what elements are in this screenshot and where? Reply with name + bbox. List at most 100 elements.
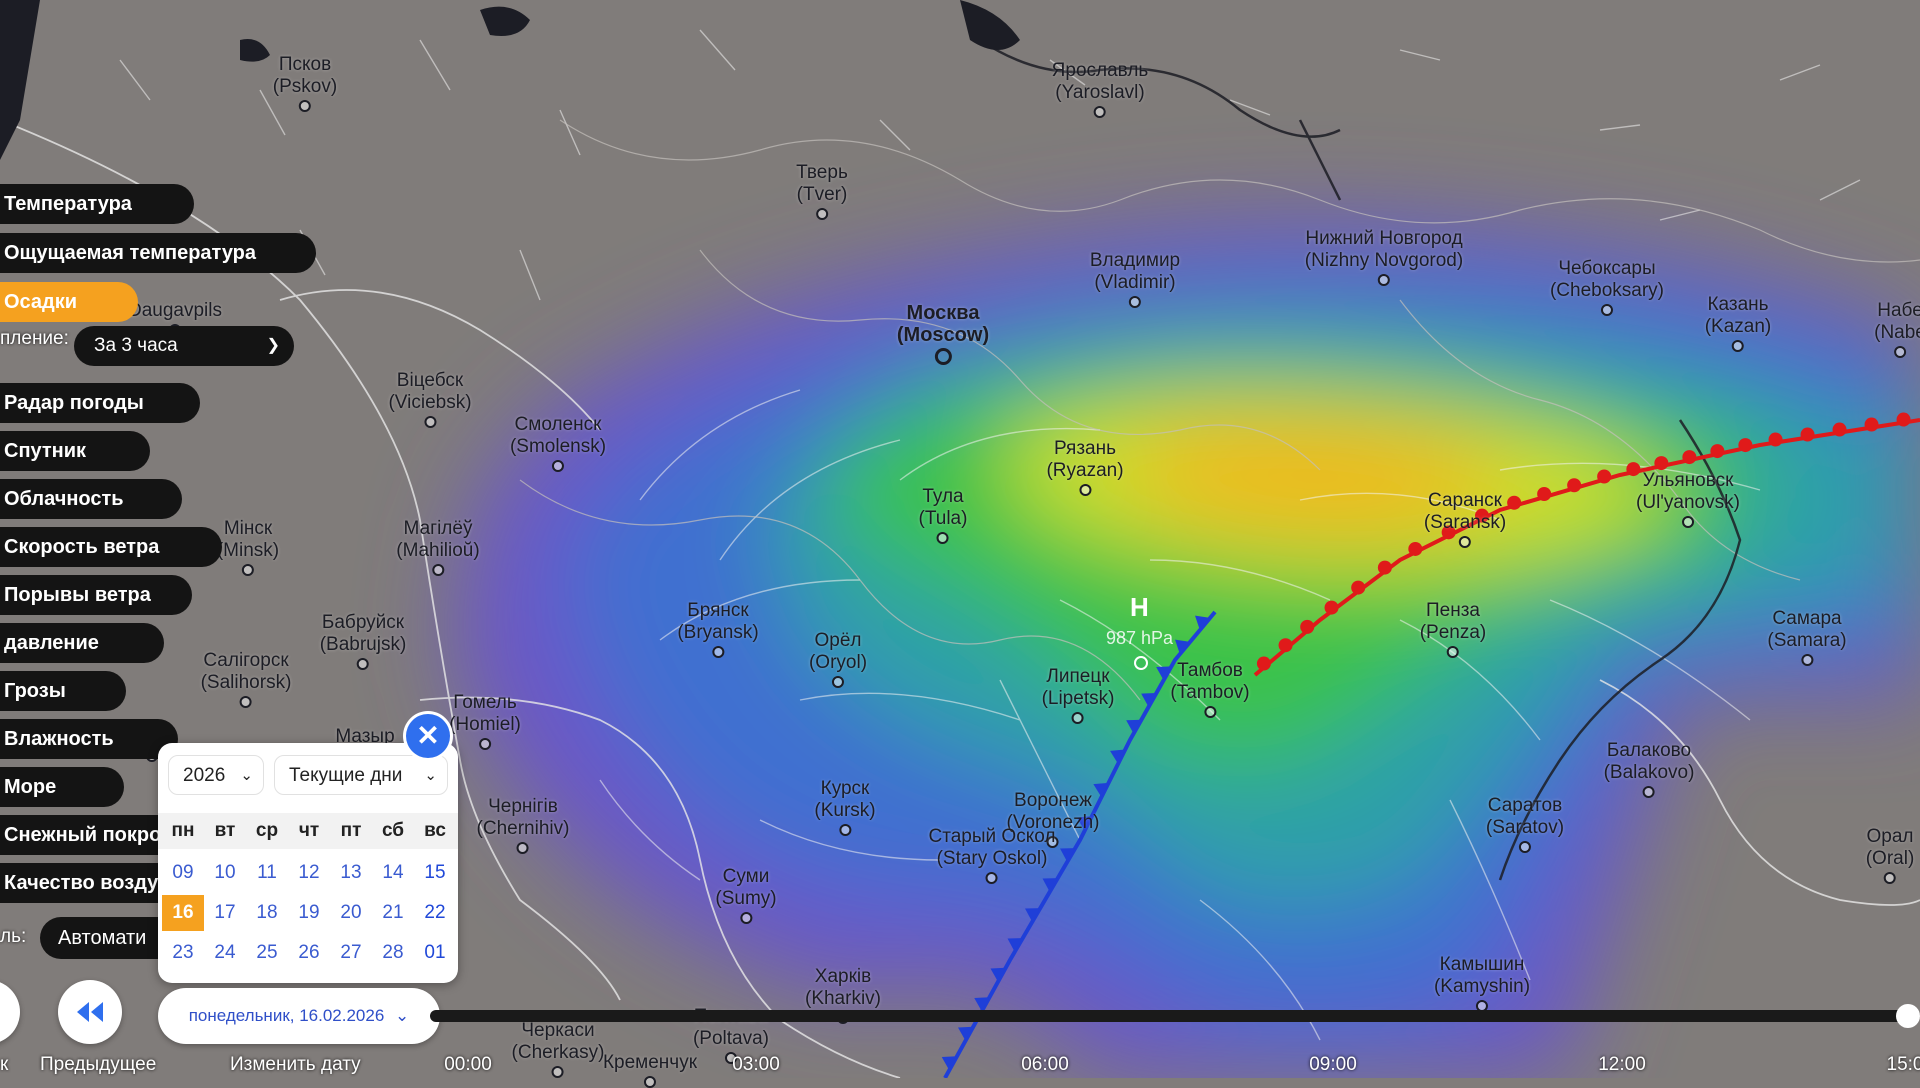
city-name: Камышин xyxy=(1439,954,1525,975)
city-cherkasy: Черкаси (Cherkasy) xyxy=(511,1020,605,1078)
range-value: Текущие дни xyxy=(289,765,403,786)
city-penza: Пенза (Penza) xyxy=(1420,600,1486,658)
calendar-day[interactable]: 10 xyxy=(204,855,246,891)
layer-button-6[interactable]: Скорость ветра xyxy=(0,527,222,567)
accumulation-label: пление: xyxy=(0,328,69,349)
city-marker-icon xyxy=(838,824,851,836)
year-select[interactable]: 2026 ⌄ xyxy=(168,755,264,795)
layer-button-10[interactable]: Влажность xyxy=(0,719,178,759)
layer-button-8[interactable]: давление xyxy=(0,623,164,663)
city-samara: Самара (Samara) xyxy=(1767,608,1847,666)
city-marker-icon xyxy=(424,416,436,428)
weekday-label: сб xyxy=(381,820,405,841)
calendar-day[interactable]: 24 xyxy=(204,935,246,971)
calendar-day[interactable]: 12 xyxy=(288,855,330,891)
weekday-label: вт xyxy=(214,820,236,841)
calendar-day[interactable]: 18 xyxy=(246,895,288,931)
warm-front-marker xyxy=(1324,600,1339,615)
calendar-day[interactable]: 11 xyxy=(246,855,288,891)
city-latin-name: (Saratov) xyxy=(1485,817,1565,838)
city-name: Мінск xyxy=(223,518,273,539)
timeline-handle[interactable] xyxy=(1896,1004,1920,1028)
city-name: Daugavpils xyxy=(128,300,222,321)
layer-label: Температура xyxy=(4,193,132,215)
change-date-button[interactable]: понедельник, 16.02.2026 ⌄ xyxy=(158,988,440,1044)
calendar-day[interactable]: 01 xyxy=(414,935,456,971)
city-: Кременчук xyxy=(603,1052,697,1088)
city-latin-name: (Oryol) xyxy=(808,652,868,673)
city-marker-icon xyxy=(936,532,949,544)
city-saransk: Саранск (Saransk) xyxy=(1424,490,1506,548)
city-latin-name: (Bryansk) xyxy=(677,622,759,643)
calendar-day[interactable]: 21 xyxy=(372,895,414,931)
calendar-day[interactable]: 26 xyxy=(288,935,330,971)
time-tick-label: 15:0 xyxy=(1886,1054,1920,1075)
calendar-day[interactable]: 19 xyxy=(288,895,330,931)
city-balakovo: Балаково (Balakovo) xyxy=(1604,740,1694,798)
city-marker-icon xyxy=(986,872,998,884)
layer-button-9[interactable]: Грозы xyxy=(0,671,126,711)
timeline-track[interactable] xyxy=(430,1010,1920,1022)
rewind-icon xyxy=(77,1002,103,1022)
calendar-day[interactable]: 28 xyxy=(372,935,414,971)
weekday-label: пт xyxy=(340,820,362,841)
city-marker-icon xyxy=(299,100,311,112)
calendar-day[interactable]: 13 xyxy=(330,855,372,891)
weekday-label: чт xyxy=(298,820,320,841)
city-viciebsk: Віцебск (Viciebsk) xyxy=(388,370,472,428)
layer-button-7[interactable]: Порывы ветра xyxy=(0,575,192,615)
calendar-day[interactable]: 25 xyxy=(246,935,288,971)
calendar-day[interactable]: 23 xyxy=(162,935,204,971)
layer-button-2[interactable]: Осадки xyxy=(0,282,138,322)
time-tick-label: 03:00 xyxy=(732,1054,780,1075)
city-latin-name: (Sumy) xyxy=(715,888,777,909)
city-name: Брянск xyxy=(687,600,749,621)
city-name: Саранск xyxy=(1428,490,1502,511)
city-latin-name: (Salihorsk) xyxy=(200,672,292,693)
calendar-day[interactable]: 22 xyxy=(414,895,456,931)
city-moscow: Москва (Moscow) xyxy=(897,302,989,365)
calendar-day[interactable]: 20 xyxy=(330,895,372,931)
city-marker-icon xyxy=(1078,484,1091,496)
layer-label: Скорость ветра xyxy=(4,536,160,558)
city-name: Орёл xyxy=(814,630,862,651)
city-latin-name: (Ul'yanovsk) xyxy=(1636,492,1740,513)
city-latin-name: (Cherkasy) xyxy=(511,1042,605,1063)
calendar-day[interactable]: 16 xyxy=(162,895,204,931)
calendar-day[interactable]: 27 xyxy=(330,935,372,971)
city-stary-oskol: Старый Оскол (Stary Oskol) xyxy=(929,826,1055,884)
left-fragment-label: к xyxy=(0,1054,9,1075)
city-mahilio: Магілёў (Mahilioŭ) xyxy=(396,518,480,576)
calendar-day[interactable]: 09 xyxy=(162,855,204,891)
warm-front-marker xyxy=(1710,444,1725,459)
city-latin-name: (Nizhny Novgorod) xyxy=(1304,250,1464,271)
city-marker-icon xyxy=(240,696,252,708)
city-name: Псков xyxy=(278,54,332,75)
calendar-day[interactable]: 15 xyxy=(414,855,456,891)
weekday-label: пн xyxy=(171,820,195,841)
time-tick-label: 09:00 xyxy=(1309,1054,1357,1075)
layer-label: Снежный покро xyxy=(4,824,162,846)
layer-button-3[interactable]: Радар погоды xyxy=(0,383,200,423)
calendar-day[interactable]: 14 xyxy=(372,855,414,891)
accumulation-select[interactable]: За 3 часа ❯ xyxy=(74,326,294,366)
city-name: Набе xyxy=(1877,300,1920,321)
city-marker-icon xyxy=(431,564,444,576)
city-name: Липецк xyxy=(1046,666,1110,687)
city-name: Воронеж xyxy=(1014,790,1092,811)
city-kazan: Казань (Kazan) xyxy=(1705,294,1771,352)
layer-button-0[interactable]: Температура xyxy=(0,184,194,224)
calendar-day[interactable]: 17 xyxy=(204,895,246,931)
city-marker-icon xyxy=(1071,712,1084,724)
previous-button[interactable] xyxy=(58,980,122,1044)
layer-button-5[interactable]: Облачность xyxy=(0,479,182,519)
layer-button-1[interactable]: Ощущаемая температура xyxy=(0,233,316,273)
city-marker-icon xyxy=(739,912,752,924)
range-select[interactable]: Текущие дни ⌄ xyxy=(274,755,448,795)
city-name: Магілёў xyxy=(403,518,473,539)
close-calendar-button[interactable]: ✕ xyxy=(406,714,450,758)
city-name: Черкаси xyxy=(521,1020,595,1041)
layer-button-11[interactable]: Море xyxy=(0,767,124,807)
city-chernihiv: Чернігів (Chernihiv) xyxy=(477,796,569,854)
layer-button-4[interactable]: Спутник xyxy=(0,431,150,471)
